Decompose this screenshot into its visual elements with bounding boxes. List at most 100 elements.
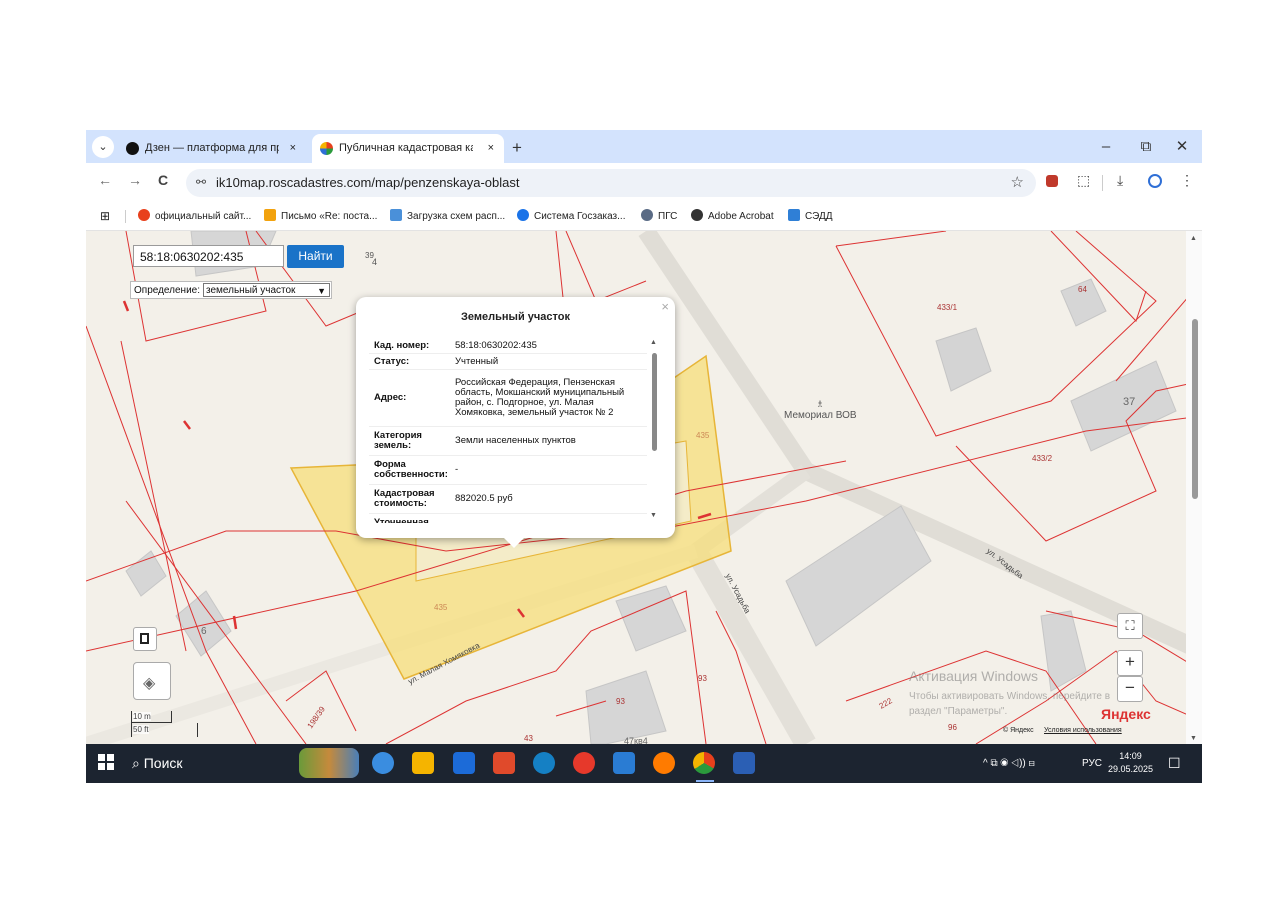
- back-icon[interactable]: ←: [98, 172, 112, 188]
- plus-icon: +: [1125, 652, 1135, 671]
- definition-select-value: земельный участок: [206, 285, 296, 296]
- bookmark-label: Письмо «Re: поста...: [281, 211, 378, 222]
- taskbar-clock[interactable]: 14:09 29.05.2025: [1108, 750, 1153, 776]
- parcel-info-popup: × Земельный участок Кад. номер: 58:18:063…: [356, 297, 675, 548]
- bookmark-item[interactable]: Система Госзаказ...: [517, 203, 625, 230]
- tab-close-icon[interactable]: ×: [290, 134, 296, 163]
- tab-search-button[interactable]: ⌄: [92, 136, 114, 158]
- bookmark-label: Adobe Acrobat: [708, 211, 774, 222]
- word-icon[interactable]: [733, 752, 755, 774]
- terms-link[interactable]: Условия использования: [1044, 727, 1122, 734]
- widgets-icon[interactable]: [299, 748, 359, 778]
- dzen-favicon-icon: [126, 142, 139, 155]
- zoom-out-button[interactable]: −: [1117, 676, 1143, 702]
- ruler-icon: [140, 633, 149, 644]
- attribute-value: 882020.5 руб: [455, 493, 513, 504]
- plot-number-label: 47кв4: [624, 736, 648, 744]
- bookmark-star-icon[interactable]: ☆: [1011, 173, 1024, 191]
- fullscreen-button[interactable]: ⛶: [1117, 613, 1143, 639]
- scroll-thumb[interactable]: [1192, 319, 1198, 499]
- outlook-icon[interactable]: [453, 752, 475, 774]
- bookmarks-divider: [125, 210, 126, 223]
- house-number-label: 37: [1123, 396, 1136, 408]
- bookmark-item[interactable]: СЭДД: [788, 203, 833, 230]
- save-app-icon[interactable]: [613, 752, 635, 774]
- attribute-value: Учтенный: [455, 355, 499, 367]
- bookmark-item[interactable]: официальный сайт...: [138, 203, 251, 230]
- table-row: Уточненная площадь: 2062 кв.м: [369, 514, 647, 524]
- page-scrollbar[interactable]: ▲ ▼: [1186, 231, 1202, 744]
- notification-icon[interactable]: ☐: [1168, 744, 1181, 783]
- sigma-app-icon[interactable]: [493, 752, 515, 774]
- bookmark-item[interactable]: Письмо «Re: поста...: [264, 203, 377, 230]
- bookmark-item[interactable]: ПГС: [641, 203, 677, 230]
- attribute-value: 2062 кв.м: [455, 514, 647, 524]
- cadastre-favicon-icon: [320, 142, 333, 155]
- clock-time: 14:09: [1119, 751, 1142, 761]
- bookmarks-bar: ⊞ официальный сайт... Письмо «Re: поста.…: [86, 203, 1202, 231]
- layers-button[interactable]: ◈: [133, 662, 171, 700]
- plot-number-label: 93: [616, 697, 625, 706]
- address-bar[interactable]: ⚯ ik10map.roscadastres.com/map/penzenska…: [186, 169, 1036, 197]
- system-tray-icons[interactable]: ^ ⧉ ◉ ◁)) ⊟: [983, 744, 1035, 783]
- scroll-down-icon[interactable]: ▼: [1190, 735, 1197, 742]
- forward-icon[interactable]: →: [128, 172, 142, 188]
- activation-line: раздел "Параметры".: [909, 706, 1008, 717]
- ruler-tool-button[interactable]: [133, 627, 157, 651]
- tab-close-icon[interactable]: ×: [488, 134, 494, 163]
- extension-icon[interactable]: [1046, 175, 1058, 187]
- mail-favicon-icon: [264, 209, 276, 221]
- tab-label: Публичная кадастровая карт: [339, 142, 473, 154]
- edge-icon[interactable]: [533, 752, 555, 774]
- tab-dzen[interactable]: Дзен — платформа для прос ×: [118, 134, 306, 163]
- restore-button[interactable]: ⧉: [1126, 130, 1166, 163]
- close-window-button[interactable]: ✕: [1162, 130, 1202, 163]
- table-row: Категория земель: Земли населенных пункто…: [369, 427, 647, 456]
- scroll-up-icon[interactable]: ▲: [650, 339, 657, 346]
- popup-scrollbar[interactable]: ▲ ▼: [650, 339, 659, 519]
- cadastral-search-input[interactable]: 58:18:0630202:435: [133, 245, 284, 267]
- find-button[interactable]: Найти: [287, 245, 344, 268]
- table-row: Кадастровая стоимость: 882020.5 руб: [369, 485, 647, 514]
- tab-cadastre-map[interactable]: Публичная кадастровая карт ×: [312, 134, 504, 163]
- puzzle-extension-icon[interactable]: ⬚: [1077, 172, 1090, 189]
- table-row: Форма собственности: -: [369, 456, 647, 485]
- download-icon[interactable]: ⤓: [1117, 172, 1123, 189]
- scroll-up-icon[interactable]: ▲: [1190, 235, 1197, 242]
- apps-icon[interactable]: ⊞: [100, 203, 110, 230]
- bookmark-item[interactable]: Adobe Acrobat: [691, 203, 774, 230]
- attribute-value: -: [455, 464, 459, 475]
- clock-date: 29.05.2025: [1108, 764, 1154, 774]
- cadastral-map[interactable]: Мемориал ВОВ ♗ ул. Усадьба ул. Усадьба у…: [86, 231, 1202, 744]
- scroll-down-icon[interactable]: ▼: [650, 512, 657, 519]
- edge-legacy-icon[interactable]: [372, 752, 394, 774]
- minimize-button[interactable]: –: [1086, 130, 1126, 163]
- profile-avatar-icon[interactable]: [1148, 174, 1162, 188]
- yandex-browser-icon[interactable]: [573, 752, 595, 774]
- chevron-down-icon: ▼: [317, 286, 326, 296]
- plot-number-label: 93: [698, 674, 707, 683]
- globe-favicon-icon: [691, 209, 703, 221]
- chrome-icon[interactable]: [693, 752, 715, 774]
- house-number-label: 6: [201, 626, 207, 637]
- windows-start-icon[interactable]: [98, 754, 114, 770]
- url-text[interactable]: ik10map.roscadastres.com/map/penzenskaya…: [216, 169, 519, 197]
- zoom-in-button[interactable]: +: [1117, 650, 1143, 676]
- firefox-icon[interactable]: [653, 752, 675, 774]
- plot-number-label: 4: [372, 257, 378, 267]
- file-explorer-icon[interactable]: [412, 752, 434, 774]
- new-tab-button[interactable]: +: [512, 134, 522, 161]
- site-info-icon[interactable]: ⚯: [196, 175, 206, 189]
- plot-number-label: 433/2: [1032, 454, 1053, 463]
- scroll-thumb[interactable]: [652, 353, 657, 451]
- chrome-menu-icon[interactable]: ⋮: [1180, 172, 1194, 189]
- bookmark-item[interactable]: Загрузка схем расп...: [390, 203, 505, 230]
- table-row: Кад. номер: 58:18:0630202:435: [369, 338, 647, 354]
- definition-select[interactable]: земельный участок ▼: [203, 283, 330, 297]
- language-indicator[interactable]: РУС: [1082, 744, 1102, 783]
- taskbar-search[interactable]: ⌕ Поиск: [132, 755, 183, 772]
- windows-taskbar: ⌕ Поиск ^ ⧉ ◉ ◁)) ⊟ РУС 14:09 29.05.2025…: [86, 744, 1202, 783]
- scale-feet: 50 ft: [133, 725, 149, 734]
- definition-label: Определение:: [134, 285, 201, 296]
- reload-icon[interactable]: C: [158, 172, 168, 188]
